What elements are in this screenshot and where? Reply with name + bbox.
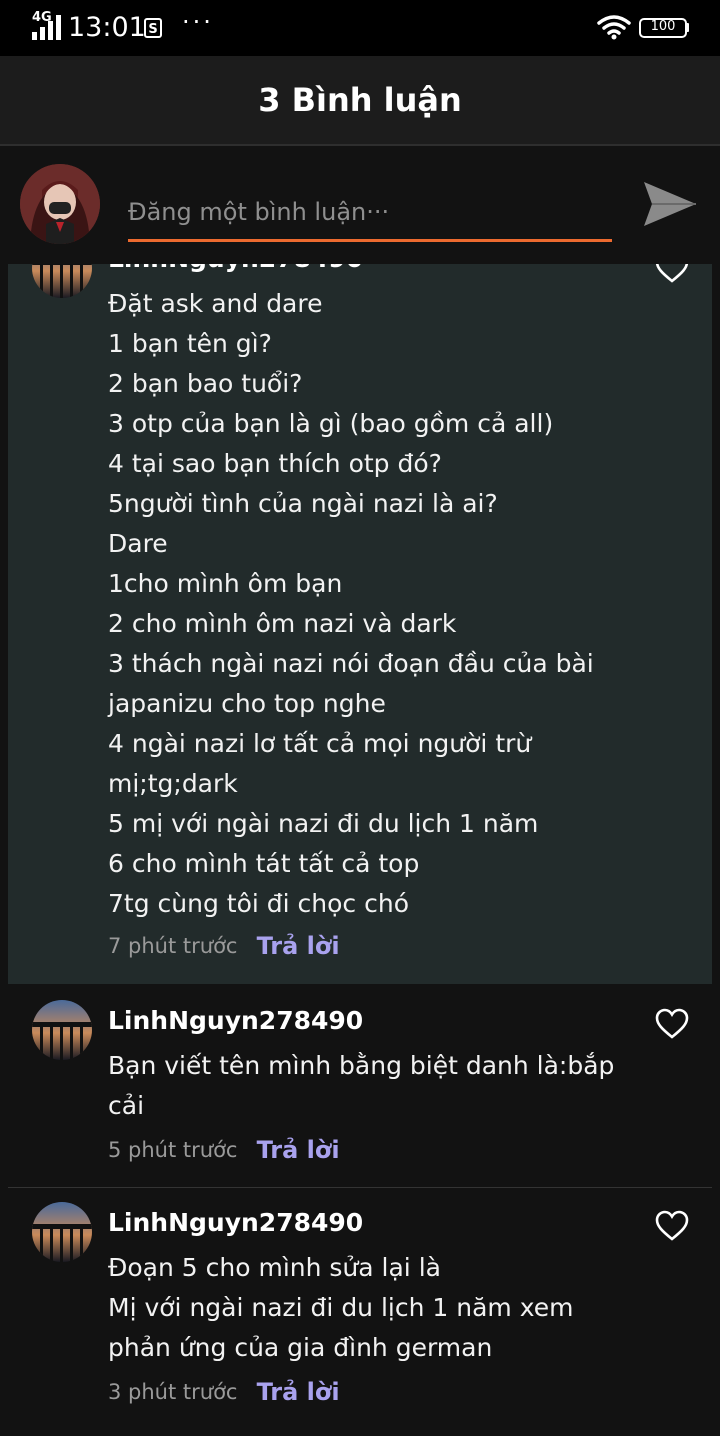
comment-line: 4 tại sao bạn thích otp đó?	[108, 449, 442, 478]
comment-line: 7tg cùng tôi đi chọc chó	[108, 889, 409, 918]
page-title: 3 Bình luận	[258, 81, 462, 119]
comment-line: japanizu cho top nghe	[108, 689, 386, 718]
comment-timestamp: 7 phút trước	[108, 934, 238, 958]
comment-line: cải	[108, 1091, 145, 1120]
comments-header: 3 Bình luận	[0, 56, 720, 146]
avatar-image	[32, 1202, 92, 1262]
comment-line: Đoạn 5 cho mình sửa lại là	[108, 1253, 441, 1282]
comment-line: 3 thách ngài nazi nói đoạn đầu của bài	[108, 649, 594, 678]
comment-line: Bạn viết tên mình bằng biệt danh là:bắp	[108, 1051, 615, 1080]
comment-text: Bạn viết tên mình bằng biệt danh là:bắp …	[108, 1046, 668, 1126]
app-notification-icon: S	[144, 18, 162, 38]
comment-line: 2 cho mình ôm nazi và dark	[108, 609, 457, 638]
comment-line: 2 bạn bao tuổi?	[108, 369, 303, 398]
comment-line: 6 cho mình tát tất cả top	[108, 849, 420, 878]
battery-cap	[686, 23, 689, 32]
comment-timestamp: 5 phút trước	[108, 1138, 238, 1162]
comment-line: 5người tình của ngài nazi là ai?	[108, 489, 498, 518]
avatar-image	[32, 1000, 92, 1060]
battery-icon: 100	[639, 18, 687, 38]
like-heart-icon[interactable]	[654, 1008, 690, 1040]
comment-compose-overlay	[0, 148, 720, 264]
comment-meta: 5 phút trước Trả lời	[108, 1136, 340, 1166]
comment-timestamp: 3 phút trước	[108, 1380, 238, 1404]
user-avatar-image	[20, 164, 100, 244]
battery-level: 100	[650, 19, 676, 34]
commenter-avatar[interactable]	[32, 1000, 92, 1060]
comment-input[interactable]	[128, 184, 612, 242]
comment-text: Đoạn 5 cho mình sửa lại là Mị với ngài n…	[108, 1248, 668, 1368]
signal-icon	[32, 15, 61, 40]
comment-text: Đặt ask and dare 1 bạn tên gì? 2 bạn bao…	[108, 284, 668, 924]
comment-line: Dare	[108, 529, 168, 558]
reply-button[interactable]: Trả lời	[257, 1136, 340, 1164]
comment-item: LinhNguyn278490 Đoạn 5 cho mình sửa lại …	[8, 1188, 712, 1436]
comment-line: phản ứng của gia đình german	[108, 1333, 493, 1362]
reply-button[interactable]: Trả lời	[257, 932, 340, 960]
comment-line: 1 bạn tên gì?	[108, 329, 272, 358]
commenter-username[interactable]: LinhNguyn278490	[108, 1208, 363, 1237]
comment-meta: 3 phút trước Trả lời	[108, 1378, 340, 1408]
send-icon[interactable]	[640, 176, 700, 232]
more-notifications-icon: ···	[182, 8, 214, 36]
wifi-icon	[597, 15, 631, 40]
comment-meta: 7 phút trước Trả lời	[108, 932, 340, 962]
comment-line: Mị với ngài nazi đi du lịch 1 năm xem	[108, 1293, 574, 1322]
comment-line: 1cho mình ôm bạn	[108, 569, 343, 598]
comment-item: LinhNguyn278490 Đặt ask and dare 1 bạn t…	[8, 238, 712, 984]
clock: 13:01	[68, 12, 146, 43]
commenter-avatar[interactable]	[32, 1202, 92, 1262]
svg-text:S: S	[148, 22, 157, 37]
user-avatar[interactable]	[20, 164, 100, 244]
like-heart-icon[interactable]	[654, 1210, 690, 1242]
comment-line: 4 ngài nazi lơ tất cả mọi người trừ	[108, 729, 532, 758]
comment-line: 3 otp của bạn là gì (bao gồm cả all)	[108, 409, 554, 438]
comment-line: 5 mị với ngài nazi đi du lịch 1 năm	[108, 809, 539, 838]
comment-item: LinhNguyn278490 Bạn viết tên mình bằng b…	[8, 986, 712, 1186]
status-bar: 4G 13:01 S ··· 100	[0, 0, 720, 56]
comment-line: mị;tg;dark	[108, 769, 238, 798]
commenter-username[interactable]: LinhNguyn278490	[108, 1006, 363, 1035]
comment-line: Đặt ask and dare	[108, 289, 323, 318]
reply-button[interactable]: Trả lời	[257, 1378, 340, 1406]
